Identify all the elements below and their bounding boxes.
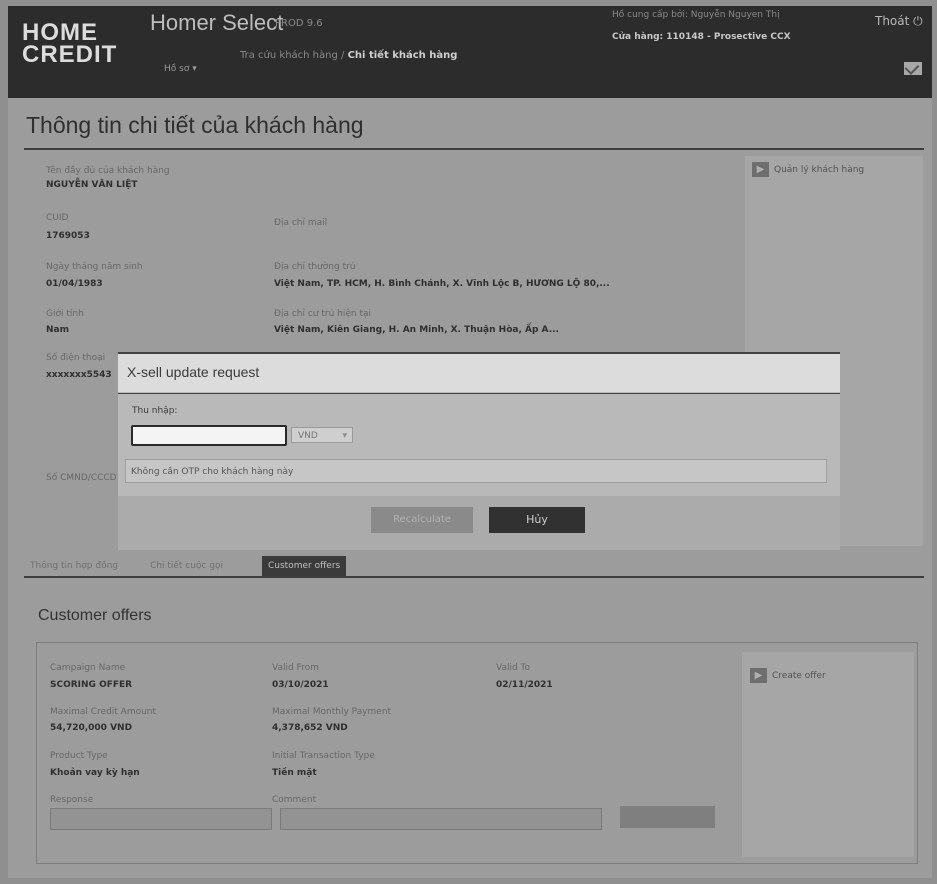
currency-select[interactable]: VND ▾ <box>291 427 353 443</box>
campaign-value: SCORING OFFER <box>50 680 133 690</box>
response-label: Response <box>50 795 94 805</box>
home-credit-logo: HOME CREDIT <box>22 19 118 68</box>
transaction-type-label: Initial Transaction Type <box>272 751 375 761</box>
name-value: NGUYỄN VĂN LIỆT <box>46 180 138 190</box>
max-monthly-value: 4,378,652 VND <box>272 723 348 733</box>
offers-title: Customer offers <box>38 607 152 624</box>
main-menu[interactable]: Hồ sơ ▾ <box>164 64 197 74</box>
response-select[interactable] <box>50 808 272 830</box>
breadcrumb-separator: / <box>341 50 345 61</box>
logout-button[interactable]: Thoát ⏻ <box>875 14 923 29</box>
valid-from-label: Valid From <box>272 663 319 673</box>
cuid-label: CUID <box>46 213 69 223</box>
modal-footer <box>118 496 840 550</box>
chevron-down-icon: ▾ <box>342 431 347 441</box>
valid-from-value: 03/10/2021 <box>272 680 329 690</box>
product-type-value: Khoản vay kỳ hạn <box>50 768 140 778</box>
product-type-label: Product Type <box>50 751 108 761</box>
breadcrumb: Tra cứu khách hàng / Chi tiết khách hàng <box>240 50 457 61</box>
comment-input[interactable] <box>280 808 602 830</box>
cancel-button[interactable]: Hủy <box>489 507 585 533</box>
page-title: Thông tin chi tiết của khách hàng <box>26 112 364 138</box>
submit-response-button[interactable] <box>620 806 715 828</box>
income-input[interactable] <box>131 425 287 446</box>
current-address-label: Địa chỉ cư trú hiện tại <box>274 309 372 319</box>
gender-label: Giới tính <box>46 309 84 319</box>
arrow-right-icon: ▶ <box>752 162 769 177</box>
dob-value: 01/04/1983 <box>46 279 103 289</box>
valid-to-value: 02/11/2021 <box>496 680 553 690</box>
dob-label: Ngày tháng năm sinh <box>46 262 143 272</box>
tabs-divider <box>24 576 924 578</box>
email-label: Địa chỉ mail <box>274 218 328 228</box>
transaction-type-value: Tiền mặt <box>272 768 317 778</box>
tab-contract-info[interactable]: Thông tin hợp đồng <box>30 556 118 576</box>
campaign-label: Campaign Name <box>50 663 126 673</box>
name-label: Tên đầy đủ của khách hàng <box>46 166 170 176</box>
gender-value: Nam <box>46 325 69 335</box>
manage-customer-button[interactable]: ▶ Quản lý khách hàng <box>752 162 864 177</box>
id-number-label: Số CMND/CCCD <box>46 473 117 483</box>
permanent-address-value: Việt Nam, TP. HCM, H. Bình Chánh, X. Vĩn… <box>274 279 610 289</box>
tab-call-details[interactable]: Chi tiết cuộc gọi <box>150 556 223 576</box>
cuid-value: 1769053 <box>46 231 90 241</box>
user-info: Hồ cung cấp bởi: Nguyễn Nguyen Thị Cửa h… <box>612 4 791 48</box>
branch-name: Cửa hàng: 110148 - Prosective CCX <box>612 32 791 42</box>
phone-label: Số điện thoại <box>46 353 106 363</box>
max-credit-label: Maximal Credit Amount <box>50 707 157 717</box>
currency-value: VND <box>298 431 318 441</box>
phone-value: xxxxxxx5543 <box>46 370 112 380</box>
current-address-value: Việt Nam, Kiên Giang, H. An Minh, X. Thu… <box>274 325 559 335</box>
breadcrumb-current: Chi tiết khách hàng <box>347 50 458 61</box>
max-credit-value: 54,720,000 VND <box>50 723 133 733</box>
user-name: Hồ cung cấp bởi: Nguyễn Nguyen Thị <box>612 10 780 20</box>
top-bar <box>8 6 932 98</box>
arrow-right-icon: ▶ <box>750 668 767 683</box>
permanent-address-label: Địa chỉ thường trú <box>274 262 356 272</box>
tab-customer-offers[interactable]: Customer offers <box>262 556 347 576</box>
app-version: PROD 9.6 <box>275 18 323 29</box>
otp-notice: Không cần OTP cho khách hàng này <box>125 459 827 483</box>
comment-label: Comment <box>272 795 317 805</box>
valid-to-label: Valid To <box>496 663 531 673</box>
modal-title: X-sell update request <box>127 364 260 380</box>
mail-icon[interactable] <box>904 62 922 75</box>
recalculate-button[interactable]: Recalculate <box>371 507 473 533</box>
max-monthly-label: Maximal Monthly Payment <box>272 707 392 717</box>
breadcrumb-parent[interactable]: Tra cứu khách hàng <box>240 50 338 61</box>
title-divider <box>24 148 924 150</box>
app-title: Homer Select <box>150 10 284 35</box>
income-label: Thu nhập: <box>132 406 178 416</box>
create-offer-button[interactable]: ▶ Create offer <box>750 668 826 683</box>
